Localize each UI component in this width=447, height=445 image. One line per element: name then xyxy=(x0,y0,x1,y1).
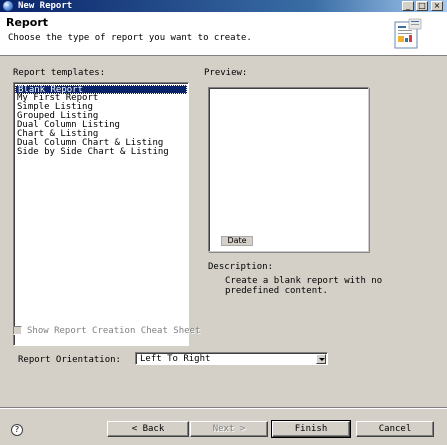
chevron-down-icon[interactable] xyxy=(316,354,326,364)
footer-separator xyxy=(0,407,447,409)
page-description: Choose the type of report you want to cr… xyxy=(8,33,252,43)
preview-date-field: Date xyxy=(221,236,253,246)
maximize-button[interactable]: □ xyxy=(416,1,428,11)
preview-label: Preview: xyxy=(204,68,248,78)
cheat-sheet-label: Show Report Creation Cheat Sheet xyxy=(27,326,201,336)
templates-label: Report templates: xyxy=(13,68,106,78)
template-item-side-by-side-chart-listing[interactable]: Side by Side Chart & Listing xyxy=(15,148,187,157)
cheat-sheet-checkbox[interactable] xyxy=(13,326,22,335)
wizard-header: Report Choose the type of report you wan… xyxy=(0,12,447,56)
orientation-label: Report Orientation: xyxy=(18,355,121,365)
orientation-value: Left To Right xyxy=(140,354,211,364)
next-button[interactable]: Next > xyxy=(190,421,268,437)
page-title: Report xyxy=(6,16,49,29)
close-button[interactable]: × xyxy=(431,1,443,11)
templates-list[interactable]: Blank Report My First Report Simple List… xyxy=(13,82,189,346)
back-button[interactable]: < Back xyxy=(107,421,189,437)
minimize-button[interactable]: _ xyxy=(402,1,414,11)
title-bar: New Report _ □ × xyxy=(0,0,447,12)
cancel-button[interactable]: Cancel xyxy=(356,421,434,437)
app-icon xyxy=(3,1,13,11)
window-title: New Report xyxy=(18,1,73,11)
report-wizard-icon xyxy=(394,18,422,49)
help-icon[interactable]: ? xyxy=(11,424,23,436)
description-label: Description: xyxy=(208,262,274,272)
description-text: Create a blank report with no predefined… xyxy=(225,276,383,296)
finish-button[interactable]: Finish xyxy=(271,420,351,438)
preview-pane: Date xyxy=(208,87,369,252)
orientation-select[interactable]: Left To Right xyxy=(135,352,328,365)
